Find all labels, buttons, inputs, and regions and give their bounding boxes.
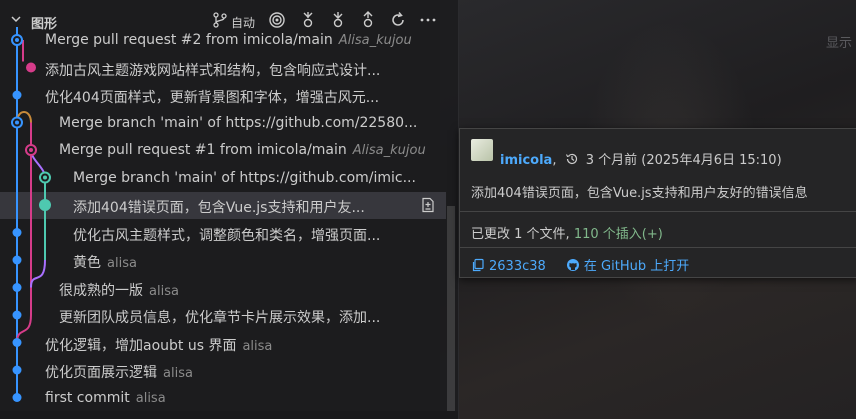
commit-row[interactable]: 更新团队成员信息，优化章节卡片展示效果，添加... [0,302,446,329]
graph-commit-node [26,62,36,73]
commit-row[interactable]: Merge branch 'main' of https://github.co… [0,110,446,137]
change-summary: 已更改 1 个文件, 110 个插入(+) [471,223,663,242]
commit-message: Merge pull request #2 from imicola/main [45,32,333,48]
open-changes-icon[interactable] [420,197,436,213]
commit-message-cell: Merge pull request #2 from imicola/main A… [45,32,432,48]
commit-author: Alisa_kujou [338,33,412,48]
commit-message-cell: 添加古风主题游戏网站样式和结构，包含响应式设计... [45,60,432,80]
clock-icon [565,153,577,165]
commit-author: alisa [135,390,166,406]
open-on-github-link[interactable]: 在 GitHub 上打开 [566,259,689,274]
commit-row[interactable]: Merge branch 'main' of https://github.co… [0,165,446,192]
graph-merge-node-center [15,38,19,42]
commit-message-cell: Merge pull request #1 from imicola/main A… [59,142,432,158]
graph-commit-node [39,199,51,211]
commit-graph [11,27,51,402]
author-name[interactable]: imicola [500,153,552,168]
commit-message: 很成熟的一版 [59,282,143,299]
github-link-label[interactable]: 在 GitHub 上打开 [584,259,689,274]
commit-author: alisa [242,338,273,354]
graph-merge-node-center [43,175,47,180]
scrollbar-thumb[interactable] [447,206,455,419]
panel-bottom-edge [0,411,458,419]
commit-message-cell: Merge branch 'main' of https://github.co… [59,115,432,131]
commit-message-cell: 很成熟的一版 alisa [59,280,432,300]
separator: , [552,153,557,168]
commit-row[interactable]: Merge pull request #1 from imicola/main A… [0,137,446,164]
graph-merge-node-center [29,148,33,152]
commit-message: 添加404错误页面，包含Vue.js支持和用户友... [73,200,365,216]
commit-row[interactable]: 添加古风主题游戏网站样式和结构，包含响应式设计... [0,55,446,82]
commit-message-cell: 优化逻辑，增加aoubt us 界面 alisa [45,335,432,355]
commit-row[interactable]: 优化逻辑，增加aoubt us 界面 alisa [0,330,446,357]
commit-message-cell: 黄色 alisa [73,252,432,272]
background-hint-text: 显示 [826,36,853,51]
graph-commit-node [12,338,22,347]
copy-icon [472,258,484,272]
commit-message-cell: 优化古风主题样式，调整颜色和类名，增强页面... [73,225,432,245]
commit-message: 更新团队成员信息，优化章节卡片展示效果，添加... [59,310,381,326]
files-changed: 已更改 1 个文件, [471,227,570,242]
hover-footer: 2633c38 在 GitHub 上打开 [471,255,689,274]
commit-row[interactable]: 优化页面展示逻辑 alisa [0,357,446,384]
graph-merge-node-center [15,120,19,125]
commit-row[interactable]: 优化404页面样式，更新背景图和字体，增强古风元... [0,82,446,109]
graph-commit-node [12,255,22,265]
divider [460,247,856,248]
graph-commit-node [12,228,22,237]
avatar [471,139,493,161]
commit-row[interactable]: 优化古风主题样式，调整颜色和类名，增强页面... [0,220,446,247]
commit-author: alisa [149,283,179,299]
github-icon [566,259,579,271]
commit-message: 黄色 [73,255,101,271]
commit-message: Merge branch 'main' of https://github.co… [73,169,416,186]
graph-commit-node [12,365,22,375]
commit-row[interactable]: first commit alisa [0,385,446,412]
commit-hover-card: imicola, 3 个月前 (2025年4月6日 15:10) 添加404错误… [459,128,856,278]
graph-commit-node [12,310,22,320]
commit-author-line: imicola, 3 个月前 (2025年4月6日 15:10) [500,149,782,168]
commit-author: alisa [163,366,193,381]
commit-row[interactable]: 添加404错误页面，包含Vue.js支持和用户友... [0,192,446,219]
git-graph-view: 显示 图形 自动 Merge pull request #2 from imic… [0,0,856,419]
commit-message-cell: Merge branch 'main' of https://github.co… [73,170,432,186]
commit-message: 优化逻辑，增加aoubt us 界面 [45,337,237,354]
commit-author: Alisa_kujou [352,143,426,158]
commit-message-cell: 添加404错误页面，包含Vue.js支持和用户友... [73,197,372,217]
commit-row[interactable]: 黄色 alisa [0,247,446,274]
source-control-graph-panel: 图形 自动 Merge pull request #2 from imicola… [0,0,459,419]
commit-date: 3 个月前 (2025年4月6日 15:10) [585,153,782,168]
commit-author: alisa [107,256,137,271]
commit-message-cell: 优化404页面样式，更新背景图和字体，增强古风元... [45,87,432,107]
graph-edge [30,259,46,288]
commit-hash[interactable]: 2633c38 [489,259,546,274]
commit-message: Merge branch 'main' of https://github.co… [59,114,418,131]
chevron-down-icon[interactable] [10,13,22,25]
copy-hash-link[interactable]: 2633c38 [471,258,550,274]
commit-row[interactable]: Merge pull request #2 from imicola/main A… [0,27,446,54]
commit-message-cell: 更新团队成员信息，优化章节卡片展示效果，添加... [59,307,432,327]
insertions-count: 110 个插入(+) [573,227,663,242]
divider [460,211,856,212]
commit-message: 优化古风主题样式，调整颜色和类名，增强页面... [73,227,381,244]
graph-commit-node [12,90,22,100]
commit-message: 添加404错误页面，包含Vue.js支持和用户友好的错误信息 [471,186,808,201]
commit-message: 添加古风主题游戏网站样式和结构，包含响应式设计... [45,62,381,79]
commit-message: 优化页面展示逻辑 [45,365,157,381]
graph-commit-node [12,393,22,402]
commit-message-cell: first commit alisa [45,390,432,406]
graph-commit-node [12,283,22,292]
graph-edge [16,314,32,343]
commit-row[interactable]: 很成熟的一版 alisa [0,275,446,302]
commit-message-cell: 优化页面展示逻辑 alisa [45,362,432,382]
commit-message: Merge pull request #1 from imicola/main [59,142,347,158]
commit-message: 优化404页面样式，更新背景图和字体，增强古风元... [45,90,380,106]
